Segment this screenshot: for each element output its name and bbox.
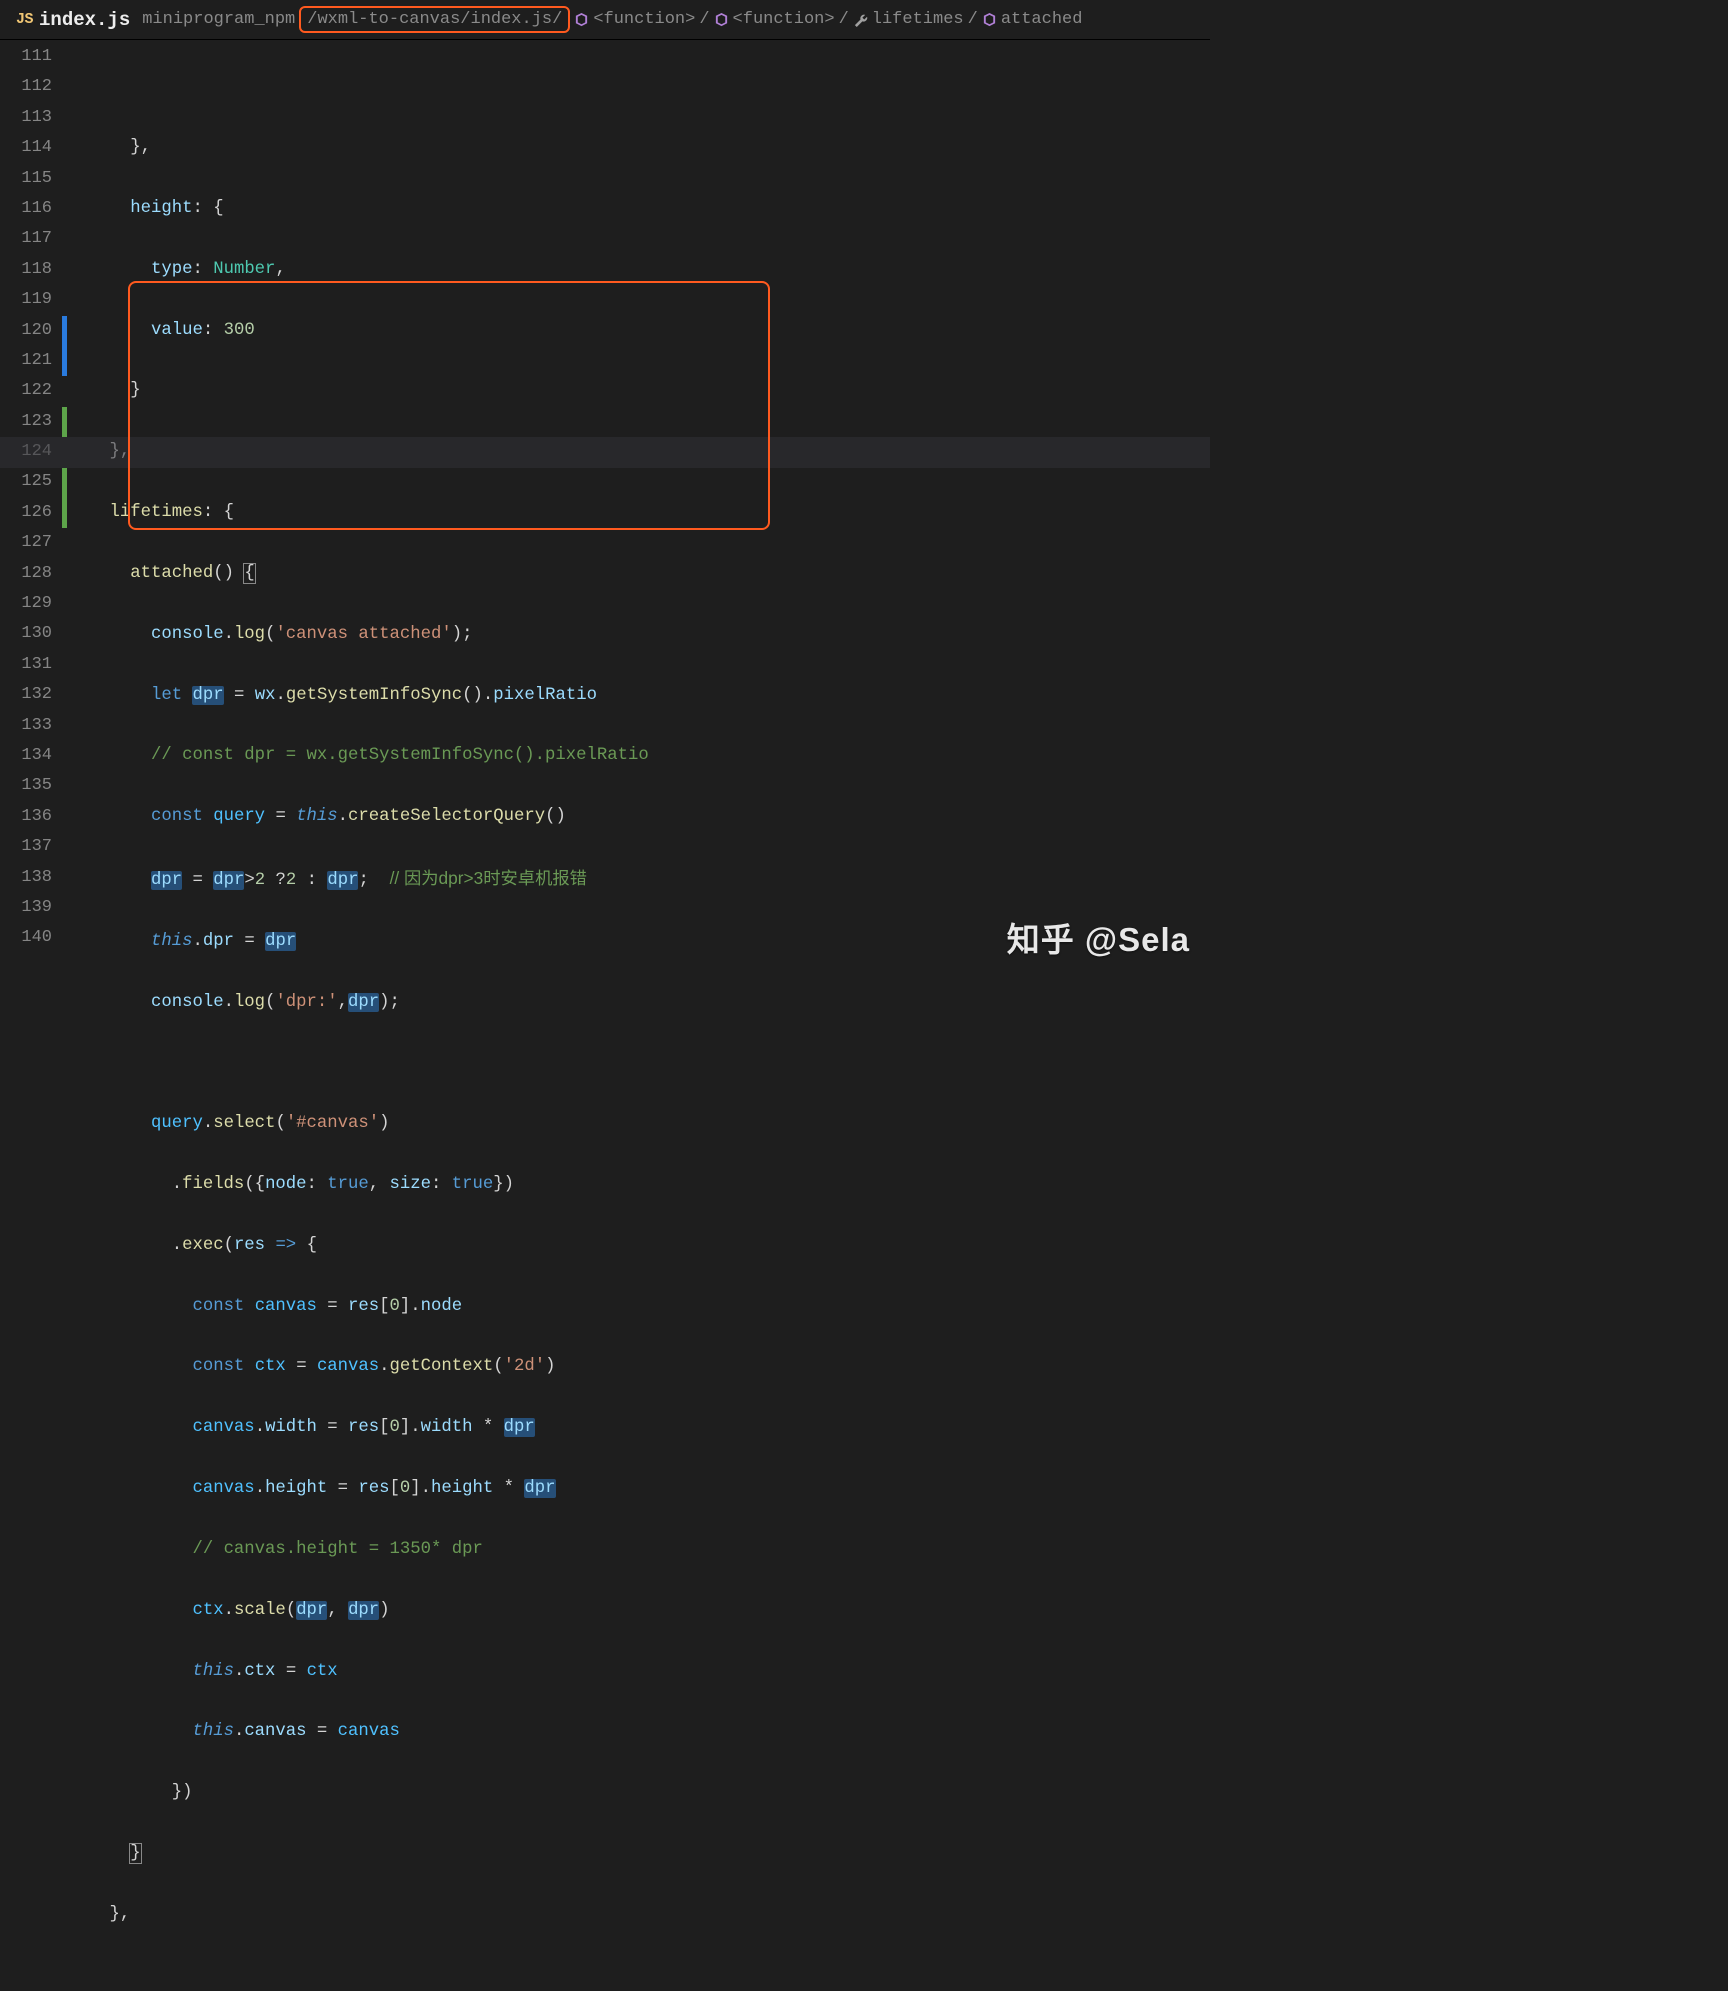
line-number: 126 [0, 498, 52, 528]
line-number: 140 [0, 923, 52, 953]
watermark: 知乎 @Sela [1007, 913, 1190, 961]
symbol-namespace-icon [574, 12, 589, 27]
tab-bar: JS index.js miniprogram_npm /wxml-to-can… [0, 0, 1210, 40]
line-number-gutter: 111112113114115116117118119120121122123 1… [0, 40, 62, 979]
diff-modified-marker [62, 346, 67, 376]
line-number: 115 [0, 164, 52, 194]
line-number: 128 [0, 559, 52, 589]
line-number: 114 [0, 133, 52, 163]
breadcrumb: miniprogram_npm /wxml-to-canvas/index.js… [142, 6, 1082, 33]
symbol-namespace-icon [714, 12, 729, 27]
line-number: 122 [0, 376, 52, 406]
line-number: 119 [0, 285, 52, 315]
diff-added-marker [62, 407, 67, 437]
line-number: 117 [0, 224, 52, 254]
line-number: 118 [0, 255, 52, 285]
diff-modified-marker [62, 316, 67, 346]
line-number: 137 [0, 832, 52, 862]
wrench-icon [853, 12, 868, 27]
line-number: 139 [0, 893, 52, 923]
line-number: 132 [0, 680, 52, 710]
code-editor[interactable]: 111112113114115116117118119120121122123 1… [0, 40, 1210, 979]
tab-title: index.js [39, 9, 130, 31]
line-number: 121 [0, 346, 52, 376]
line-number: 111 [0, 42, 52, 72]
breadcrumb-seg-attached[interactable]: attached [1001, 10, 1083, 29]
code-area[interactable]: }, height: { type: Number, value: 300 } … [68, 40, 1210, 979]
diff-added-marker [62, 498, 67, 528]
symbol-method-icon [982, 12, 997, 27]
line-number: 129 [0, 589, 52, 619]
breadcrumb-seg-fn1[interactable]: <function> [593, 10, 695, 29]
line-number: 133 [0, 711, 52, 741]
breadcrumb-seg-fn2[interactable]: <function> [733, 10, 835, 29]
line-number: 113 [0, 103, 52, 133]
line-number: 131 [0, 650, 52, 680]
breadcrumb-seg-folder[interactable]: miniprogram_npm [142, 10, 295, 29]
js-icon: JS [16, 11, 33, 28]
line-number: 138 [0, 863, 52, 893]
line-number: 116 [0, 194, 52, 224]
line-number: 125 [0, 467, 52, 497]
current-line-highlight [0, 437, 1210, 467]
line-number: 136 [0, 802, 52, 832]
line-number: 135 [0, 771, 52, 801]
diff-added-marker [62, 468, 67, 498]
line-number: 130 [0, 619, 52, 649]
line-number: 127 [0, 528, 52, 558]
line-number: 123 [0, 407, 52, 437]
line-number: 134 [0, 741, 52, 771]
active-tab[interactable]: JS index.js [4, 0, 142, 39]
line-number: 120 [0, 316, 52, 346]
line-number: 112 [0, 72, 52, 102]
breadcrumb-seg-lifetimes[interactable]: lifetimes [872, 10, 964, 29]
breadcrumb-seg-highlighted[interactable]: /wxml-to-canvas/index.js/ [299, 6, 570, 33]
